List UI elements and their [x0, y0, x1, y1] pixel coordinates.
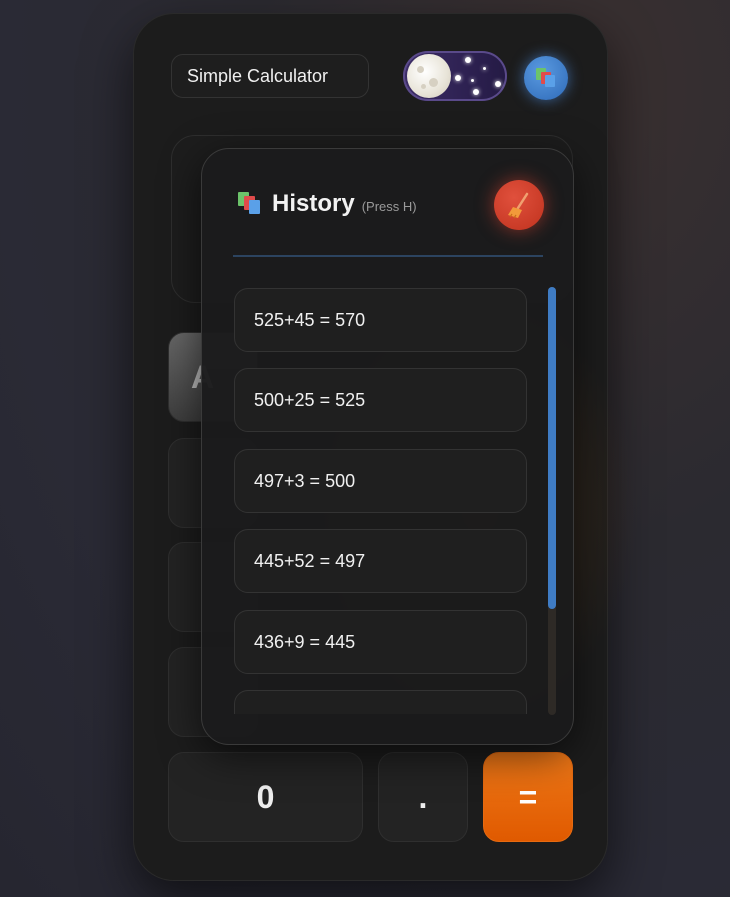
history-panel: History (Press H) 525+45 = 570 500+25 = … — [201, 148, 574, 745]
history-title: History — [272, 190, 355, 217]
moon-icon — [407, 54, 451, 98]
decimal-key[interactable]: . — [378, 752, 468, 842]
history-item[interactable] — [234, 690, 527, 714]
books-icon — [536, 68, 556, 88]
history-item[interactable]: 497+3 = 500 — [234, 449, 527, 513]
history-item[interactable]: 436+9 = 445 — [234, 610, 527, 674]
history-item[interactable]: 500+25 = 525 — [234, 368, 527, 432]
history-toggle-button[interactable] — [524, 56, 568, 100]
theme-toggle[interactable] — [403, 51, 507, 101]
clear-history-button[interactable] — [494, 180, 544, 230]
equals-key[interactable]: = — [483, 752, 573, 842]
scrollbar-thumb[interactable] — [548, 287, 556, 609]
app-title: Simple Calculator — [171, 54, 369, 98]
books-icon — [238, 192, 262, 214]
history-scrollbar[interactable] — [548, 287, 556, 715]
history-list: 525+45 = 570 500+25 = 525 497+3 = 500 44… — [234, 288, 528, 714]
history-divider — [233, 255, 543, 257]
history-shortcut-hint: (Press H) — [361, 199, 417, 214]
history-item[interactable]: 525+45 = 570 — [234, 288, 527, 352]
broom-icon — [508, 192, 529, 219]
history-item[interactable]: 445+52 = 497 — [234, 529, 527, 593]
history-header: History (Press H) — [238, 189, 417, 218]
zero-key[interactable]: 0 — [168, 752, 363, 842]
